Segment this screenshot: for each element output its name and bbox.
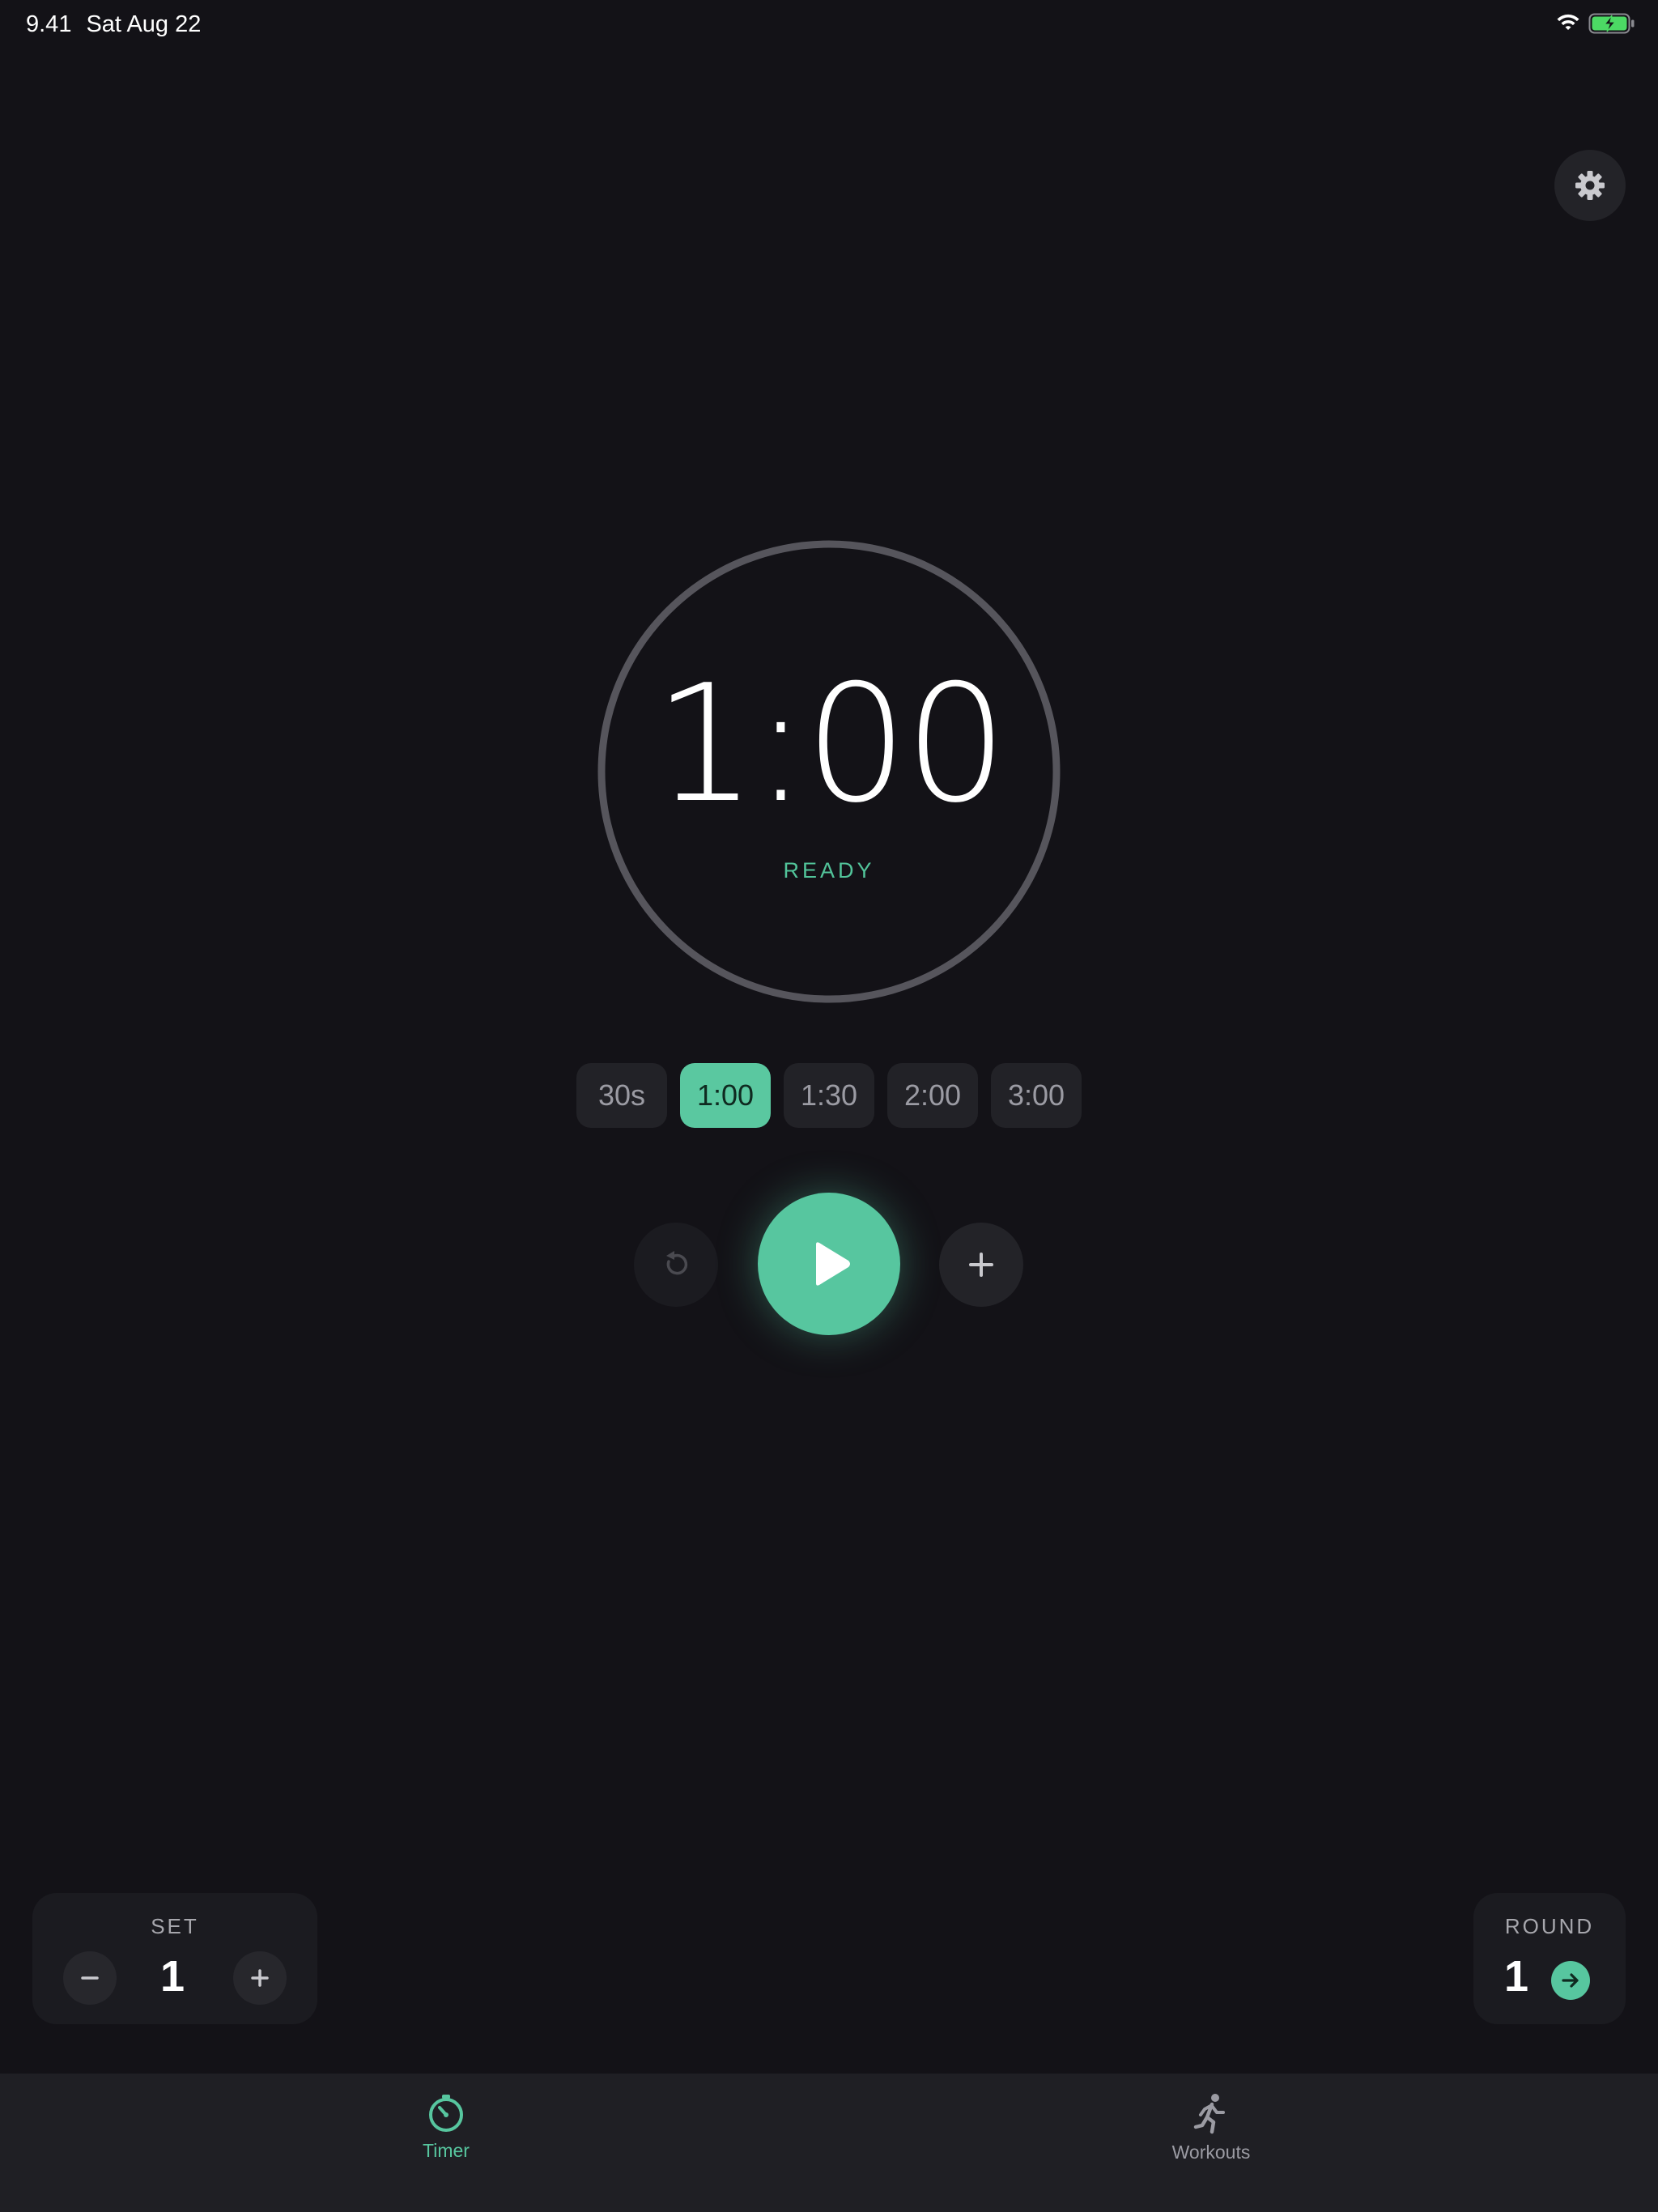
- preset-3-00-button[interactable]: 3:00: [991, 1063, 1082, 1128]
- next-round-button[interactable]: [1551, 1961, 1590, 2000]
- plus-icon: [969, 1253, 993, 1277]
- status-date: Sat Aug 22: [86, 11, 202, 37]
- round-value: 1: [1504, 1952, 1529, 2001]
- gear-icon: [1575, 171, 1605, 200]
- timer-state-label: READY: [783, 858, 875, 883]
- tab-workouts[interactable]: Workouts: [1114, 2093, 1308, 2163]
- reset-icon: [666, 1251, 688, 1275]
- add-time-button[interactable]: [939, 1223, 1023, 1307]
- round-label: ROUND: [1504, 1914, 1595, 1938]
- preset-30s-button[interactable]: 30s: [576, 1063, 667, 1128]
- round-counter-card: ROUND 1: [1473, 1893, 1626, 2024]
- running-figure-icon: [1193, 2094, 1225, 2134]
- preset-1-30-button[interactable]: 1:30: [784, 1063, 874, 1128]
- arrow-right-icon: [1562, 1973, 1579, 1988]
- preset-2-00-button[interactable]: 2:00: [887, 1063, 978, 1128]
- plus-icon: [251, 1969, 269, 1987]
- set-value: 1: [160, 1952, 185, 2001]
- status-bar-icons: [1556, 13, 1635, 34]
- reset-button[interactable]: [634, 1223, 718, 1307]
- settings-button[interactable]: [1554, 150, 1626, 221]
- tab-timer-label: Timer: [423, 2140, 470, 2161]
- wifi-icon: [1557, 14, 1579, 30]
- set-label: SET: [151, 1914, 199, 1938]
- set-decrement-button[interactable]: [63, 1951, 117, 2005]
- status-time: 9.41: [26, 11, 72, 37]
- play-button[interactable]: [758, 1193, 900, 1335]
- preset-1-00-button[interactable]: 1:00: [680, 1063, 771, 1128]
- tab-timer[interactable]: Timer: [349, 2093, 543, 2162]
- battery-charging-icon: [1588, 13, 1635, 34]
- set-increment-button[interactable]: [233, 1951, 287, 2005]
- timer-display: 1:00: [653, 650, 1007, 839]
- tab-bar: Timer Workouts: [0, 2074, 1658, 2212]
- set-counter-card: SET 1: [32, 1893, 317, 2024]
- minus-icon: [81, 1976, 99, 1980]
- stopwatch-icon: [429, 2095, 463, 2132]
- tab-workouts-label: Workouts: [1171, 2142, 1251, 2163]
- status-bar-clock: 9.41 Sat Aug 22: [26, 11, 215, 38]
- play-icon: [816, 1242, 850, 1286]
